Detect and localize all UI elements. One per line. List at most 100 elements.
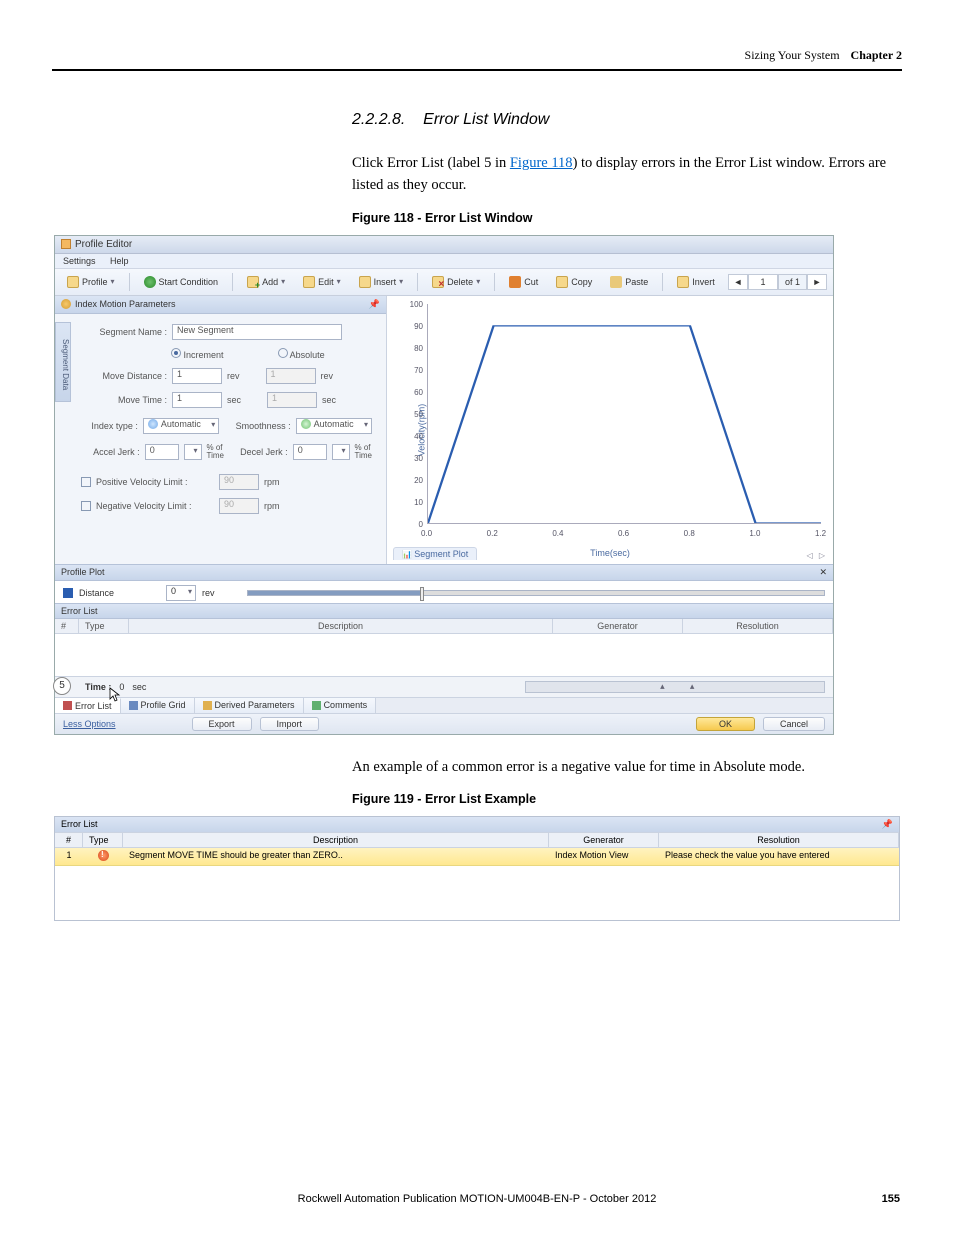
absolute-radio[interactable]: Absolute: [278, 348, 325, 360]
automatic-icon: [301, 419, 311, 429]
cell-desc: Segment MOVE TIME should be greater than…: [123, 848, 549, 865]
neg-vel-field: 90: [219, 498, 259, 514]
slider-thumb-icon[interactable]: [420, 587, 424, 601]
paste-button[interactable]: Paste: [604, 273, 654, 291]
automatic-icon: [148, 419, 158, 429]
close-icon[interactable]: ✕: [819, 567, 827, 578]
parameters-panel: Index Motion Parameters 📌 Segment Data S…: [55, 296, 387, 564]
error-list-empty-area: [55, 866, 899, 920]
pin-icon[interactable]: 📌: [369, 299, 380, 310]
toolbar: Profile Start Condition Add Edit Insert …: [55, 269, 833, 296]
chart-ytick: 100: [409, 300, 423, 309]
pin-icon[interactable]: 📌: [882, 819, 893, 830]
unit-label: sec: [322, 395, 336, 405]
time-scrollbar[interactable]: [525, 681, 825, 693]
nav-next-button[interactable]: ►: [807, 274, 827, 290]
error-row[interactable]: 1 Segment MOVE TIME should be greater th…: [55, 848, 899, 866]
smoothness-label: Smoothness :: [224, 421, 290, 431]
segment-name-field[interactable]: New Segment: [172, 324, 342, 340]
segment-plot-nav[interactable]: ◁ ▷: [806, 551, 827, 560]
chart-xlabel: Time(sec): [590, 548, 630, 558]
profile-icon: [67, 276, 79, 288]
decel-jerk-unit-dropdown[interactable]: [332, 444, 350, 460]
abs-time-field: 1: [267, 392, 317, 408]
less-options-link[interactable]: Less Options: [63, 719, 116, 729]
figure-link[interactable]: Figure 118: [510, 155, 573, 171]
col-num: #: [55, 619, 79, 633]
tab-derived-parameters[interactable]: Derived Parameters: [195, 698, 304, 713]
nav-prev-button[interactable]: ◄: [728, 274, 748, 290]
accel-jerk-unit-dropdown[interactable]: [184, 444, 202, 460]
page-number: 155: [882, 1193, 900, 1205]
menu-settings[interactable]: Settings: [63, 256, 96, 266]
heading-number: 2.2.2.8.: [352, 111, 405, 128]
increment-radio[interactable]: Increment: [171, 348, 224, 360]
profile-button[interactable]: Profile: [61, 273, 121, 291]
pct-time-label: % of Time: [207, 444, 224, 460]
move-distance-field[interactable]: 1: [172, 368, 222, 384]
error-icon: [63, 701, 72, 710]
body-para-2: An example of a common error is a negati…: [352, 757, 902, 779]
neg-vel-checkbox[interactable]: [81, 501, 91, 511]
section-heading: 2.2.2.8. Error List Window: [352, 111, 902, 129]
tab-profile-grid[interactable]: Profile Grid: [121, 698, 195, 713]
sidebar-tab-segment-data[interactable]: Segment Data: [55, 322, 71, 402]
chart-ytick: 90: [409, 322, 423, 331]
segment-name-label: Segment Name :: [81, 327, 167, 337]
neg-vel-label: Negative Velocity Limit :: [96, 501, 214, 511]
status-bar: Less Options Export Import OK Cancel: [55, 713, 833, 734]
window-title: Profile Editor: [75, 239, 132, 250]
tab-comments[interactable]: Comments: [304, 698, 377, 713]
window-titlebar[interactable]: Profile Editor: [55, 236, 833, 254]
col-type: Type: [79, 619, 129, 633]
error-list-columns: # Type Description Generator Resolution: [55, 619, 833, 634]
smoothness-dropdown[interactable]: Automatic: [296, 418, 372, 434]
decel-jerk-field[interactable]: 0: [293, 444, 327, 460]
import-button[interactable]: Import: [260, 717, 320, 731]
error-icon: [98, 850, 109, 861]
chart-xtick: 0.6: [618, 529, 629, 538]
delete-button[interactable]: Delete: [426, 273, 486, 291]
invert-button[interactable]: Invert: [671, 273, 721, 291]
abs-distance-field: 1: [266, 368, 316, 384]
add-button[interactable]: Add: [241, 273, 291, 291]
copy-button[interactable]: Copy: [550, 273, 598, 291]
menu-help[interactable]: Help: [110, 256, 129, 266]
segment-plot-tab[interactable]: Segment Plot: [393, 547, 477, 560]
col-gen: Generator: [549, 833, 659, 847]
chart-xtick: 0.4: [552, 529, 563, 538]
col-type: Type: [83, 833, 123, 847]
grid-icon: [129, 701, 138, 710]
col-gen: Generator: [553, 619, 683, 633]
profile-plot-title: Profile Plot: [61, 567, 105, 577]
nav-current-field[interactable]: 1: [748, 274, 778, 290]
index-type-dropdown[interactable]: Automatic: [143, 418, 219, 434]
col-res: Resolution: [683, 619, 833, 633]
panel-title: Index Motion Parameters: [75, 299, 176, 309]
paste-icon: [610, 276, 622, 288]
export-button[interactable]: Export: [192, 717, 252, 731]
bottom-tabs: Error List Profile Grid Derived Paramete…: [55, 697, 833, 713]
legend-distance-label: Distance: [79, 588, 114, 598]
move-time-field[interactable]: 1: [172, 392, 222, 408]
cut-button[interactable]: Cut: [503, 273, 544, 291]
chart-ytick: 80: [409, 344, 423, 353]
plot-value-dropdown[interactable]: 0: [166, 585, 196, 601]
edit-button[interactable]: Edit: [297, 273, 347, 291]
unit-label: rev: [321, 371, 334, 381]
insert-icon: [359, 276, 371, 288]
unit-label: rpm: [264, 501, 280, 511]
pos-vel-checkbox[interactable]: [81, 477, 91, 487]
chart-ytick: 70: [409, 366, 423, 375]
app-icon: [61, 239, 71, 249]
start-condition-button[interactable]: Start Condition: [138, 273, 225, 291]
ok-button[interactable]: OK: [696, 717, 755, 731]
cell-type: [83, 848, 123, 865]
plot-slider[interactable]: [247, 590, 825, 596]
insert-button[interactable]: Insert: [353, 273, 410, 291]
chart-ytick: 40: [409, 432, 423, 441]
cancel-button[interactable]: Cancel: [763, 717, 825, 731]
chart-ytick: 0: [409, 520, 423, 529]
accel-jerk-field[interactable]: 0: [145, 444, 179, 460]
move-time-label: Move Time :: [81, 395, 167, 405]
